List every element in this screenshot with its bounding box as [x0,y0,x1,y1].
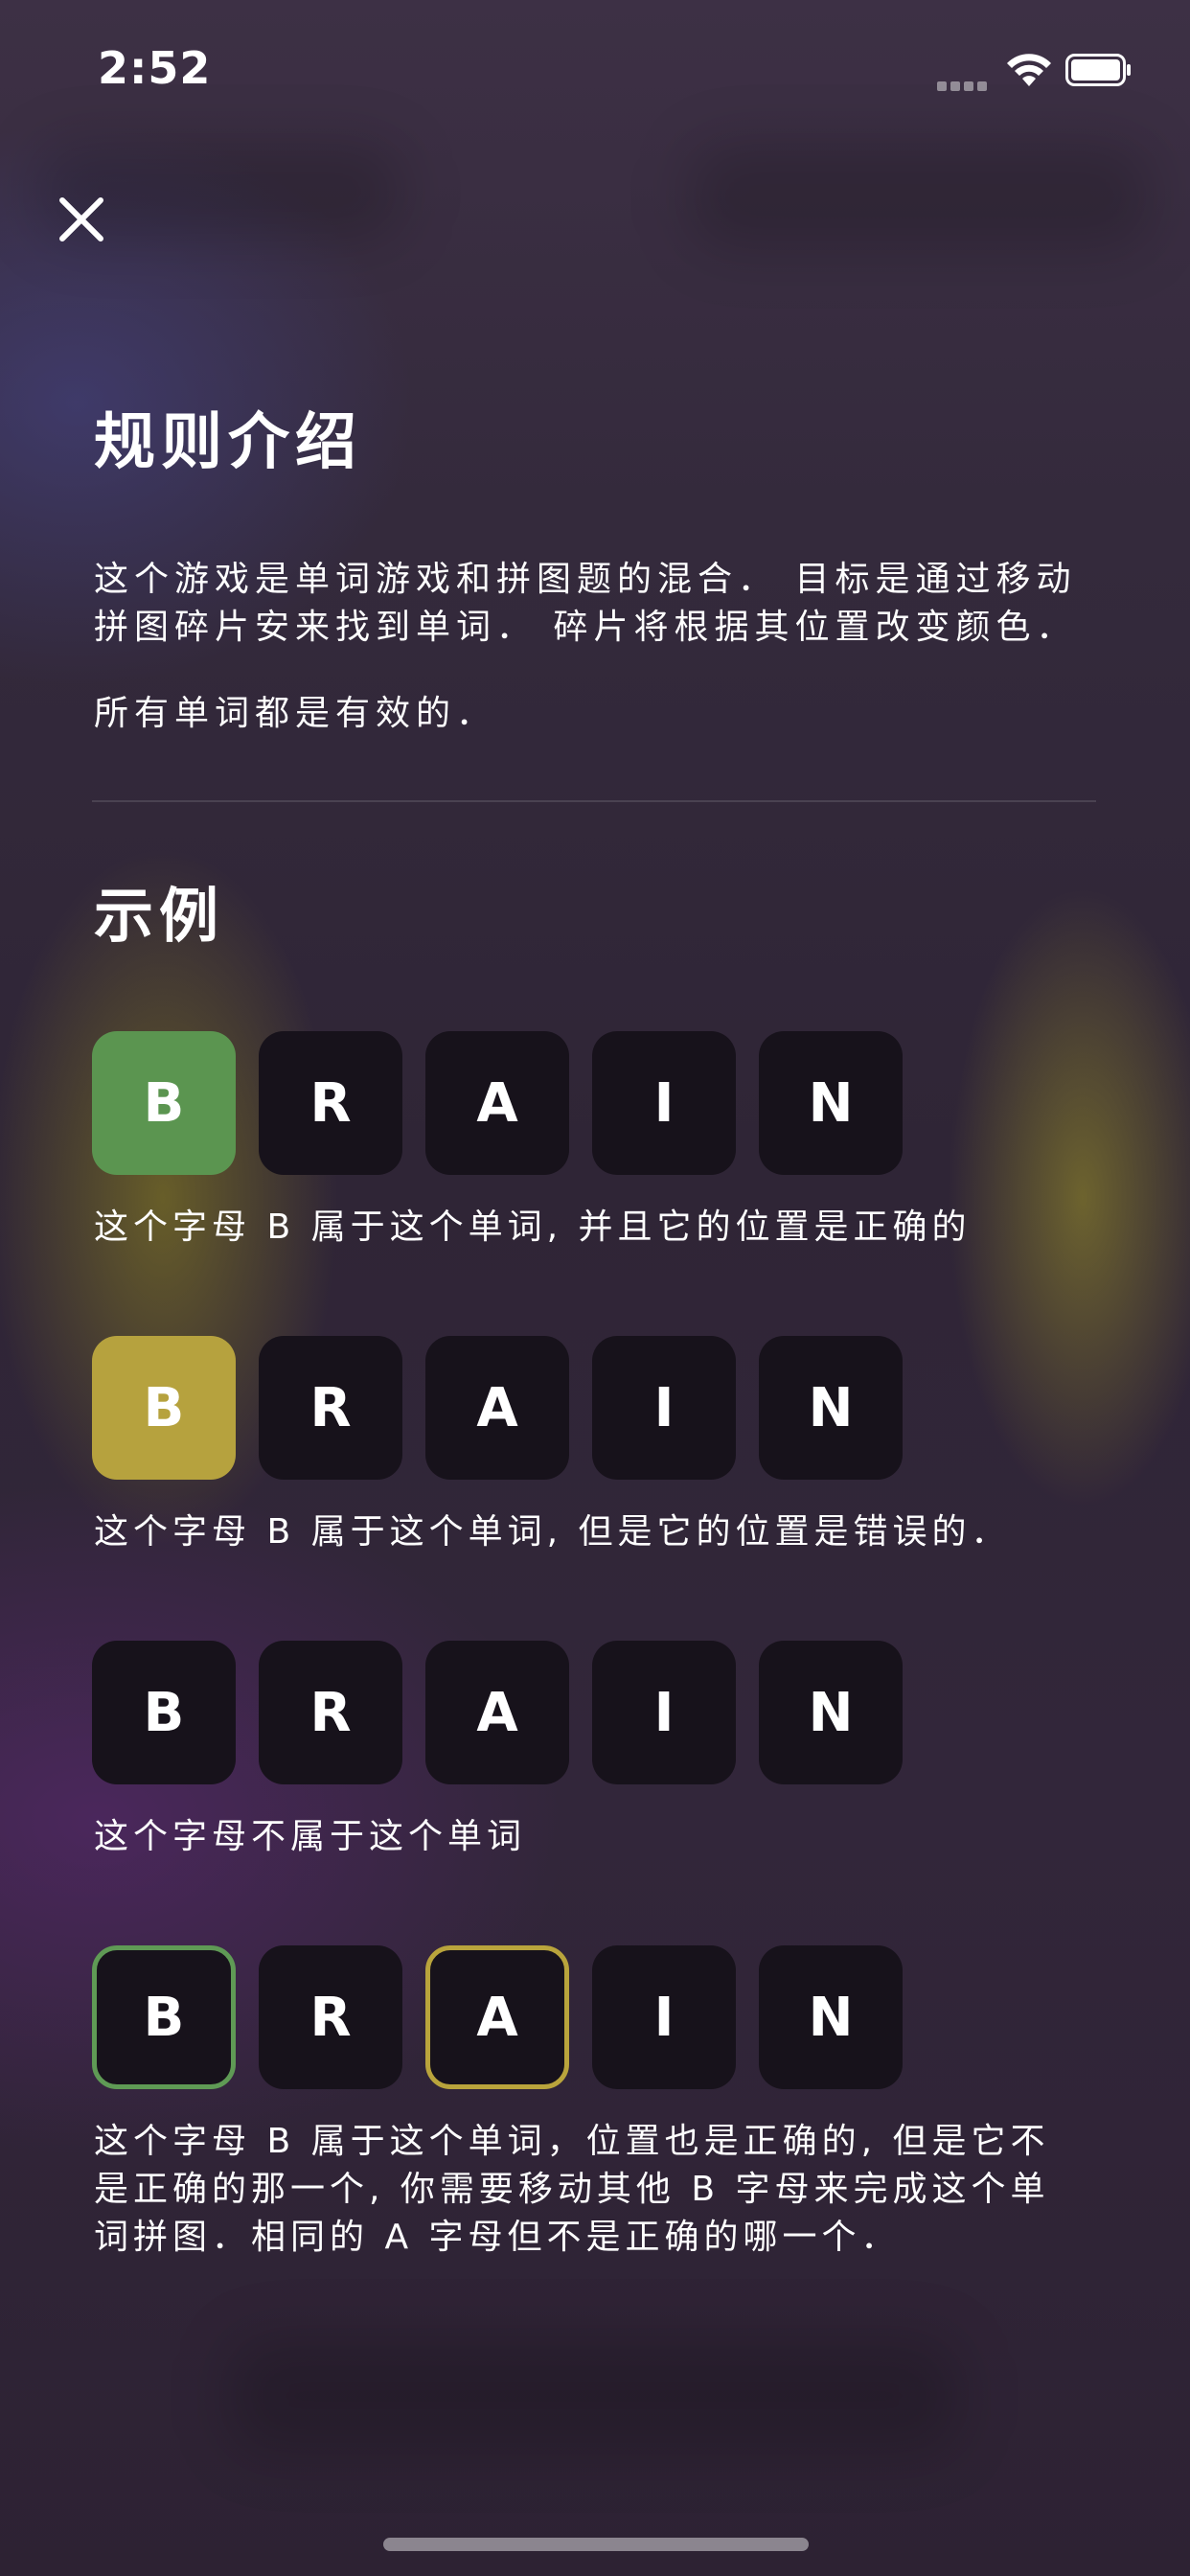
signal-icon [937,77,993,91]
letter-tile: R [259,1945,402,2089]
letter-tile: B [92,1945,236,2089]
letter-tile: N [759,1336,903,1480]
letter-tile: I [592,1641,736,1784]
letter-tile: I [592,1336,736,1480]
status-time: 2:52 [98,42,212,94]
letter-tile: R [259,1031,402,1175]
examples-title: 示例 [94,881,225,951]
example-caption-4-line-3: 词拼图．相同的 A 字母但不是正确的哪一个． [94,2218,901,2257]
letter-tile: A [425,1945,569,2089]
example-caption-2: 这个字母 B 属于这个单词, 但是它的位置是错误的． [94,1512,1011,1552]
letter-tile: I [592,1031,736,1175]
letter-tile: N [759,1031,903,1175]
letter-tile: A [425,1031,569,1175]
letter-tile: I [592,1945,736,2089]
letter-tile: B [92,1336,236,1480]
example-caption-1: 这个字母 B 属于这个单词, 并且它的位置是正确的 [94,1208,972,1247]
letter-tile: N [759,1945,903,2089]
letter-tile: N [759,1641,903,1784]
letter-tile: B [92,1031,236,1175]
letter-tile: R [259,1641,402,1784]
page-title: 规则介绍 [94,407,362,478]
example-row-1: B R A I N [92,1031,906,1175]
wifi-icon [1007,54,1051,86]
letter-tile: B [92,1641,236,1784]
background-blur [690,144,1150,249]
letter-tile: A [425,1336,569,1480]
background-blur [230,2338,958,2453]
example-row-3: B R A I N [92,1641,906,1784]
example-row-4: B R A I N [92,1945,906,2089]
status-bar: 2:52 [0,0,1190,144]
intro-line-2: 拼图碎片安来找到单词． 碎片将根据其位置改变颜色． [94,608,1077,647]
example-row-2: B R A I N [92,1336,906,1480]
home-indicator[interactable] [383,2538,809,2551]
intro-line-3: 所有单词都是有效的． [94,694,497,733]
letter-tile: R [259,1336,402,1480]
example-caption-3: 这个字母不属于这个单词 [94,1817,527,1856]
letter-tile: A [425,1641,569,1784]
section-divider [92,800,1096,802]
battery-icon [1065,54,1131,86]
close-icon[interactable] [54,192,109,247]
